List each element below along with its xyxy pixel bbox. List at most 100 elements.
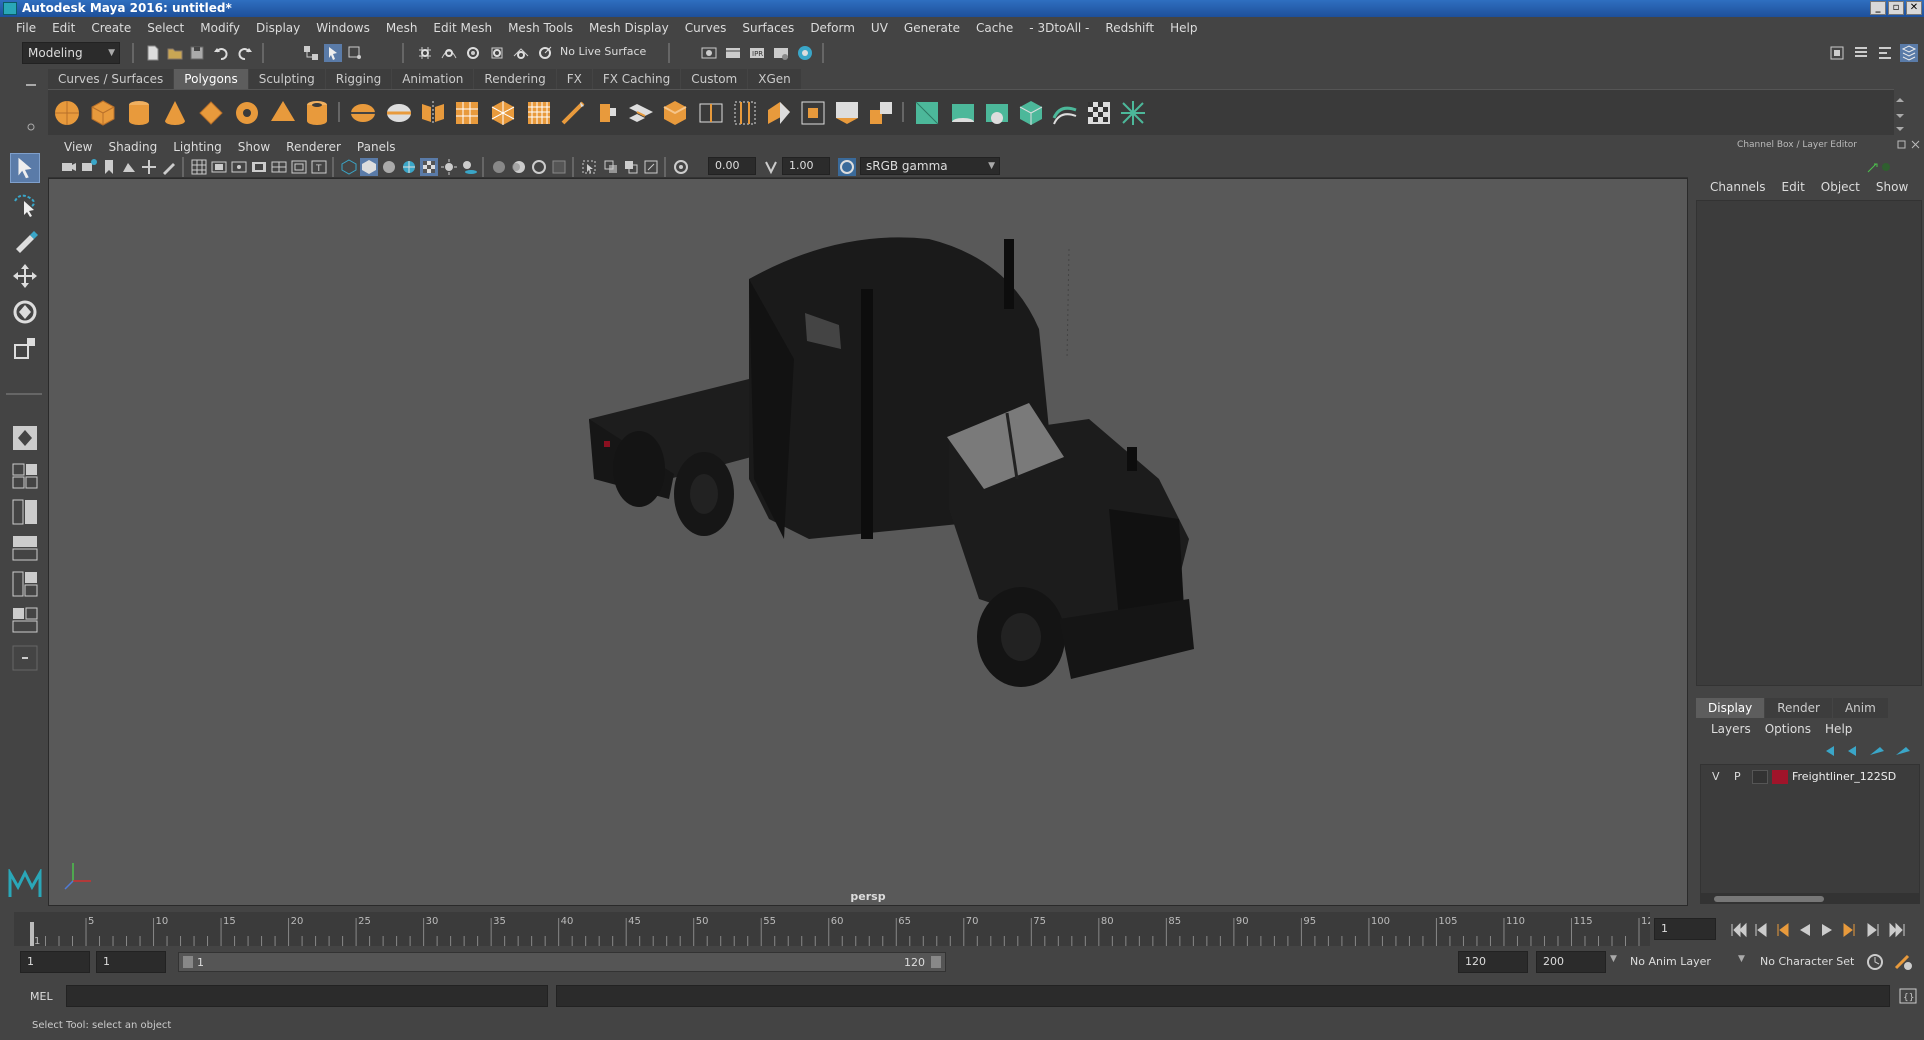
snap-to-projected-center-icon[interactable] [488, 44, 506, 62]
poly-cone-icon[interactable] [160, 98, 190, 128]
menu-help[interactable]: Help [1162, 21, 1205, 35]
shelf-tab-curves-surfaces[interactable]: Curves / Surfaces [48, 69, 174, 89]
close-button[interactable]: ✕ [1906, 1, 1922, 15]
channel-box-area[interactable] [1696, 200, 1922, 686]
rotate-tool-icon[interactable] [10, 297, 40, 327]
separate-icon[interactable] [384, 98, 414, 128]
uv-editor-icon[interactable] [1050, 98, 1080, 128]
new-scene-icon[interactable] [144, 44, 162, 62]
undo-icon[interactable] [212, 44, 230, 62]
playback-buttons-icon[interactable] [1730, 922, 1918, 938]
resolution-gate-icon[interactable] [230, 158, 248, 176]
cb-menu-show[interactable]: Show [1868, 180, 1916, 194]
motion-blur-icon[interactable] [510, 158, 528, 176]
menu-select[interactable]: Select [139, 21, 192, 35]
snap-to-view-plane-icon[interactable] [512, 44, 530, 62]
smooth-shade-icon[interactable] [360, 158, 378, 176]
single-perspective-view-icon[interactable] [10, 423, 40, 453]
render-settings-icon[interactable] [772, 44, 790, 62]
image-plane-icon[interactable] [120, 158, 138, 176]
poly-plane-icon[interactable] [196, 98, 226, 128]
checker-map-icon[interactable] [1084, 98, 1114, 128]
chevron-down-icon[interactable]: ▼ [1610, 954, 1617, 964]
persp-uv-layout-icon[interactable] [10, 605, 40, 635]
xray-icon[interactable] [602, 158, 620, 176]
menu-windows[interactable]: Windows [308, 21, 378, 35]
layer-tab-display[interactable]: Display [1696, 698, 1765, 718]
attribute-editor-toggle-icon[interactable] [1852, 44, 1870, 62]
menu-3dtoall[interactable]: - 3DtoAll - [1021, 21, 1097, 35]
four-view-layout-icon[interactable] [10, 461, 40, 491]
layer-playback-toggle[interactable]: P [1734, 770, 1741, 783]
append-to-polygon-icon[interactable] [764, 98, 794, 128]
playback-start-field[interactable]: 1 [96, 951, 166, 973]
persp-hypershade-layout-icon[interactable] [10, 569, 40, 599]
menu-mesh-tools[interactable]: Mesh Tools [500, 21, 581, 35]
restore-button[interactable]: ▫ [1888, 1, 1904, 15]
isolate-select-icon[interactable] [580, 158, 598, 176]
menu-mesh-display[interactable]: Mesh Display [581, 21, 677, 35]
layer-menu-help[interactable]: Help [1818, 722, 1859, 736]
default-material-icon[interactable] [380, 158, 398, 176]
viewport-menu-shading[interactable]: Shading [100, 140, 165, 154]
menu-set-dropdown[interactable]: Modeling ▼ [22, 42, 120, 64]
select-by-component-icon[interactable] [346, 44, 364, 62]
hypershade-icon[interactable] [796, 44, 814, 62]
menu-modify[interactable]: Modify [192, 21, 248, 35]
render-view-icon[interactable] [700, 44, 718, 62]
range-slider[interactable]: 1 120 [178, 952, 946, 972]
layer-color-swatch[interactable] [1772, 770, 1788, 784]
range-end-handle[interactable] [931, 956, 941, 968]
scene-end-field[interactable]: 200 [1536, 951, 1606, 973]
snap-to-curve-icon[interactable] [440, 44, 458, 62]
shelf-tab-custom[interactable]: Custom [681, 69, 748, 89]
exposure-icon[interactable] [672, 158, 690, 176]
poly-pyramid-icon[interactable] [268, 98, 298, 128]
shelf-tab-polygons[interactable]: Polygons [174, 69, 248, 89]
depth-of-field-icon[interactable] [550, 158, 568, 176]
paint-select-tool-icon[interactable] [10, 225, 40, 255]
layer-reference-toggle[interactable] [1752, 770, 1768, 784]
spherical-mapping-icon[interactable] [982, 98, 1012, 128]
view-transform-icon[interactable] [838, 158, 856, 176]
grid-toggle-icon[interactable] [190, 158, 208, 176]
safe-action-icon[interactable] [290, 158, 308, 176]
channel-box-toggle-icon[interactable] [1900, 44, 1918, 62]
mirror-icon[interactable] [418, 98, 448, 128]
insert-edge-loop-icon[interactable] [696, 98, 726, 128]
layer-tab-render[interactable]: Render [1765, 698, 1832, 718]
shelf-tab-animation[interactable]: Animation [392, 69, 474, 89]
viewport-menu-show[interactable]: Show [230, 140, 278, 154]
gate-mask-icon[interactable] [250, 158, 268, 176]
minimize-button[interactable]: _ [1870, 1, 1886, 15]
use-all-lights-icon[interactable] [440, 158, 458, 176]
cb-menu-object[interactable]: Object [1813, 180, 1868, 194]
anim-layer-dropdown[interactable]: No Anim Layer [1624, 951, 1742, 973]
gamma-icon[interactable] [762, 158, 780, 176]
menu-surfaces[interactable]: Surfaces [734, 21, 802, 35]
auto-key-icon[interactable] [1864, 952, 1886, 972]
uv-layout-icon[interactable] [1118, 98, 1148, 128]
screen-space-ao-icon[interactable] [490, 158, 508, 176]
lasso-tool-icon[interactable] [10, 189, 40, 219]
layer-visibility-toggle[interactable]: V [1712, 770, 1720, 783]
perspective-viewport[interactable] [48, 178, 1688, 906]
xray-active-components-icon[interactable] [622, 158, 640, 176]
menu-cache[interactable]: Cache [968, 21, 1021, 35]
shelf-options-icon[interactable] [24, 79, 38, 139]
wireframe-icon[interactable] [340, 158, 358, 176]
film-gate-icon[interactable] [210, 158, 228, 176]
layer-menu-layers[interactable]: Layers [1704, 722, 1758, 736]
persp-outliner-layout-icon[interactable] [10, 497, 40, 527]
combine-icon[interactable] [348, 98, 378, 128]
command-input[interactable] [66, 985, 548, 1007]
viewport-menu-view[interactable]: View [56, 140, 100, 154]
snap-to-grid-icon[interactable] [416, 44, 434, 62]
cb-menu-channels[interactable]: Channels [1702, 180, 1774, 194]
shelf-tab-rigging[interactable]: Rigging [325, 69, 392, 89]
viewport-menu-renderer[interactable]: Renderer [278, 140, 349, 154]
make-live-icon[interactable] [536, 44, 554, 62]
tool-settings-toggle-icon[interactable] [1876, 44, 1894, 62]
offset-edge-loop-icon[interactable] [730, 98, 760, 128]
textured-icon[interactable] [420, 158, 438, 176]
